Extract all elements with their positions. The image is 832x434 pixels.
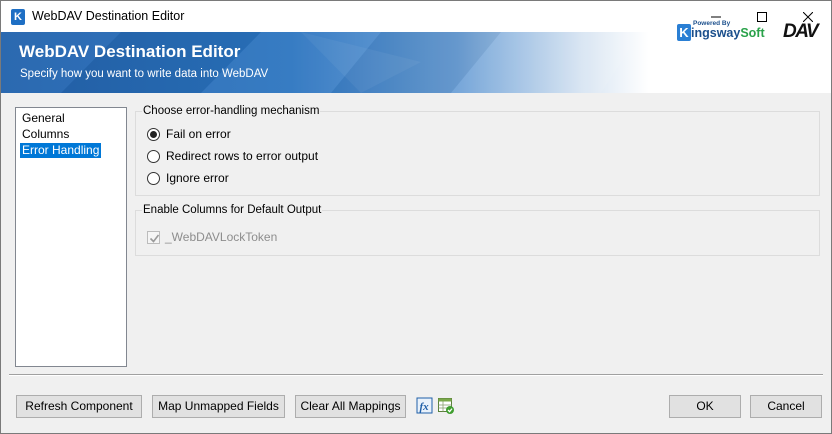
editor-window: K WebDAV Destination Editor WebDAV Desti… <box>0 0 832 434</box>
column-mapping-button[interactable] <box>437 397 455 415</box>
radio-label: Fail on error <box>166 127 231 141</box>
checkbox-disabled-checked <box>147 230 160 244</box>
banner-subtitle: Specify how you want to write data into … <box>20 68 269 80</box>
kingswaysoft-k-mark: K <box>677 24 691 41</box>
nav-item-general[interactable]: General <box>20 111 67 126</box>
default-output-group: Enable Columns for Default Output _WebDA… <box>135 204 820 256</box>
soft-text: Soft <box>740 26 765 40</box>
column-label: _WebDAVLockToken <box>165 230 278 244</box>
cancel-button[interactable]: Cancel <box>750 395 822 418</box>
kingswaysoft-wordmark: ingswaySoft <box>691 26 765 40</box>
column-webdavlocktoken: _WebDAVLockToken <box>147 229 277 245</box>
nav-item-columns[interactable]: Columns <box>20 127 71 142</box>
radio-label: Ignore error <box>166 171 229 185</box>
window-title: WebDAV Destination Editor <box>32 9 185 23</box>
radio-button[interactable] <box>147 171 160 185</box>
refresh-component-button[interactable]: Refresh Component <box>16 395 142 418</box>
radio-redirect-rows[interactable]: Redirect rows to error output <box>147 148 318 164</box>
fx-expression-icon: fx <box>416 397 433 414</box>
kingsway-text: ingsway <box>691 26 741 40</box>
page-list[interactable]: General Columns Error Handling <box>15 107 127 367</box>
error-handling-group-title: Choose error-handling mechanism <box>142 105 321 118</box>
radio-fail-on-error[interactable]: Fail on error <box>147 126 231 142</box>
error-handling-group: Choose error-handling mechanism Fail on … <box>135 105 820 196</box>
radio-label: Redirect rows to error output <box>166 149 319 163</box>
banner-title: WebDAV Destination Editor <box>19 42 241 61</box>
ok-button[interactable]: OK <box>669 395 741 418</box>
nav-item-error-handling[interactable]: Error Handling <box>20 143 102 158</box>
clear-all-mappings-button[interactable]: Clear All Mappings <box>295 395 406 418</box>
kingswaysoft-logo: Powered By K ingswaySoft <box>677 20 767 44</box>
map-unmapped-fields-button[interactable]: Map Unmapped Fields <box>152 395 285 418</box>
check-mark-icon <box>149 234 160 243</box>
kingsway-app-icon: K <box>11 9 25 25</box>
footer-separator <box>9 374 823 376</box>
radio-button-checked[interactable] <box>147 127 160 141</box>
dav-logo: DAV <box>783 21 819 42</box>
radio-ignore-error[interactable]: Ignore error <box>147 170 229 186</box>
radio-button[interactable] <box>147 149 160 163</box>
default-output-group-title: Enable Columns for Default Output <box>142 204 323 217</box>
grid-check-icon <box>438 398 454 414</box>
expression-button[interactable]: fx <box>416 397 434 415</box>
svg-text:fx: fx <box>420 401 430 413</box>
close-icon <box>803 11 813 22</box>
